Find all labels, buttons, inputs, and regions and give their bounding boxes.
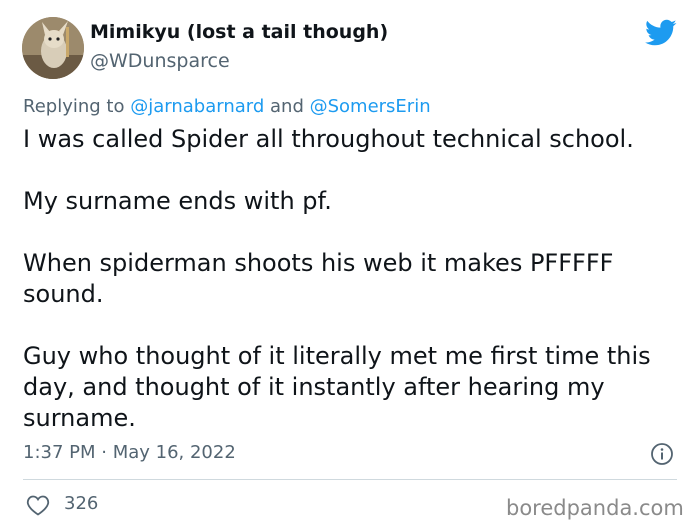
like-count: 326: [64, 493, 99, 514]
author-handle[interactable]: @WDunsparce: [90, 50, 230, 72]
tweet-text: I was called Spider all throughout techn…: [23, 124, 683, 434]
tweet-paragraph: My surname ends with pf.: [23, 187, 332, 215]
tweet-paragraph: Guy who thought of it literally met me f…: [23, 342, 651, 432]
mention-link-jarnabarnard[interactable]: @jarnabarnard: [130, 96, 264, 117]
mention-link-somerserin[interactable]: @SomersErin: [310, 96, 431, 117]
author-display-name[interactable]: Mimikyu (lost a tail though): [90, 21, 388, 43]
watermark: boredpanda.com: [506, 496, 684, 520]
avatar[interactable]: [22, 17, 84, 79]
replying-connector: and: [270, 96, 304, 117]
divider: [23, 479, 677, 480]
replying-to-line: Replying to @jarnabarnard and @SomersEri…: [23, 96, 431, 117]
info-icon[interactable]: [650, 442, 674, 466]
heart-icon[interactable]: [26, 494, 50, 516]
twitter-bird-icon[interactable]: [645, 19, 677, 47]
replying-prefix: Replying to: [23, 96, 125, 117]
tweet-timestamp[interactable]: 1:37 PM · May 16, 2022: [23, 442, 236, 463]
tweet-paragraph: I was called Spider all throughout techn…: [23, 125, 634, 153]
tweet-paragraph: When spiderman shoots his web it makes P…: [23, 249, 614, 308]
